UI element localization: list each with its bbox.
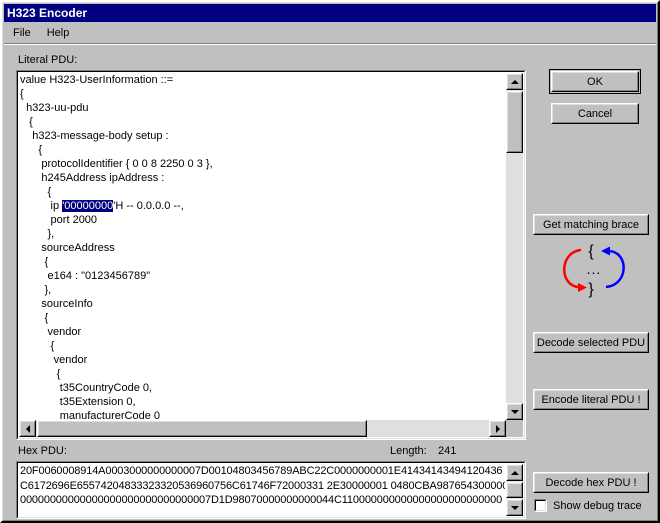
hex-pdu-line: 00000000000000000000000000000007D1D98070… bbox=[20, 494, 503, 506]
hex-pdu-line: C6172696E65574204833323320536960756C6174… bbox=[20, 479, 505, 492]
menu-separator bbox=[4, 43, 656, 45]
hex-vertical-scroll-thumb[interactable] bbox=[506, 482, 523, 498]
scrollbar-corner bbox=[506, 420, 523, 437]
hex-pdu-text[interactable]: 20F0060008914A0003000000000007D001048034… bbox=[20, 464, 505, 516]
length-value: 241 bbox=[438, 445, 457, 457]
hex-vertical-scrollbar[interactable] bbox=[506, 464, 523, 516]
hex-pdu-label: Hex PDU: bbox=[18, 445, 67, 457]
show-debug-trace-label: Show debug trace bbox=[553, 499, 642, 512]
literal-pdu-line: t35Extension 0, bbox=[20, 396, 136, 408]
literal-pdu-line: protocolIdentifier { 0 0 8 2250 0 3 }, bbox=[20, 158, 213, 170]
hex-pdu-editor-frame: 20F0060008914A0003000000000007D001048034… bbox=[17, 462, 525, 518]
literal-pdu-line: vendor bbox=[20, 326, 82, 338]
literal-pdu-line: { bbox=[20, 116, 33, 128]
ok-button[interactable]: OK bbox=[551, 71, 639, 92]
literal-pdu-line: { bbox=[20, 340, 55, 352]
selected-ip-value[interactable]: '00000000 bbox=[62, 200, 114, 212]
open-brace-glyph: { bbox=[588, 243, 594, 260]
arrow-left-icon bbox=[25, 424, 30, 433]
arrow-down-icon bbox=[510, 409, 519, 414]
scroll-left-button[interactable] bbox=[19, 420, 36, 437]
hex-pdu-line: 20F0060008914A0003000000000007D001048034… bbox=[20, 465, 503, 477]
get-matching-brace-button[interactable]: Get matching brace bbox=[533, 214, 649, 235]
window-title: H323 Encoder bbox=[7, 6, 88, 20]
literal-pdu-line: { bbox=[20, 144, 43, 156]
menu-item-file[interactable]: File bbox=[6, 25, 38, 41]
encode-literal-pdu-button[interactable]: Encode literal PDU ! bbox=[533, 389, 649, 410]
literal-horizontal-scroll-thumb[interactable] bbox=[37, 420, 367, 437]
hex-pdu-editor[interactable]: 20F0060008914A0003000000000007D001048034… bbox=[16, 461, 526, 519]
literal-pdu-text[interactable]: value H323-UserInformation ::={ h323-uu-… bbox=[20, 73, 505, 420]
literal-pdu-line: { bbox=[20, 312, 49, 324]
matching-brace-icon: { ... } bbox=[563, 243, 625, 298]
length-label: Length: bbox=[390, 445, 427, 457]
literal-pdu-line: { bbox=[20, 256, 49, 268]
literal-horizontal-scrollbar[interactable] bbox=[19, 420, 506, 437]
decode-selected-pdu-button[interactable]: Decode selected PDU bbox=[533, 332, 649, 353]
literal-pdu-line: sourceInfo bbox=[20, 298, 93, 310]
literal-pdu-line: }, bbox=[20, 284, 52, 296]
literal-pdu-line: h323-uu-pdu bbox=[20, 102, 89, 114]
literal-pdu-line: t35CountryCode 0, bbox=[20, 382, 153, 394]
ellipsis-glyph: ... bbox=[587, 261, 602, 277]
scroll-up-button[interactable] bbox=[506, 73, 523, 90]
decode-hex-pdu-button[interactable]: Decode hex PDU ! bbox=[533, 472, 649, 493]
scroll-right-button[interactable] bbox=[489, 420, 506, 437]
title-bar[interactable]: H323 Encoder bbox=[4, 4, 656, 22]
arrow-up-icon bbox=[510, 470, 519, 475]
literal-pdu-line: vendor bbox=[20, 354, 88, 366]
literal-pdu-line: { bbox=[20, 368, 61, 380]
literal-vertical-scroll-thumb[interactable] bbox=[506, 91, 523, 153]
literal-pdu-line: e164 : "0123456789" bbox=[20, 270, 151, 282]
arrow-down-icon bbox=[510, 505, 519, 510]
literal-pdu-line: }, bbox=[20, 228, 55, 240]
hex-scroll-down-button[interactable] bbox=[506, 499, 523, 516]
literal-pdu-line: h323-message-body setup : bbox=[20, 130, 169, 142]
literal-pdu-label: Literal PDU: bbox=[18, 54, 78, 66]
scroll-down-button[interactable] bbox=[506, 403, 523, 420]
menu-item-help[interactable]: Help bbox=[40, 25, 77, 41]
close-brace-glyph: } bbox=[588, 281, 594, 298]
literal-pdu-line: h245Address ipAddress : bbox=[20, 172, 165, 184]
literal-pdu-editor[interactable]: value H323-UserInformation ::={ h323-uu-… bbox=[16, 70, 526, 440]
h323-encoder-window: H323 Encoder File Help Literal PDU: valu… bbox=[0, 0, 660, 523]
arrow-up-icon bbox=[510, 79, 519, 84]
literal-pdu-line: { bbox=[20, 186, 52, 198]
literal-pdu-line: sourceAddress bbox=[20, 242, 115, 254]
menu-bar: File Help bbox=[4, 24, 656, 42]
literal-pdu-line: { bbox=[20, 88, 24, 100]
checkbox-box-icon[interactable] bbox=[534, 499, 547, 512]
literal-pdu-line: port 2000 bbox=[20, 214, 98, 226]
literal-vertical-scrollbar[interactable] bbox=[506, 73, 523, 420]
literal-pdu-editor-frame: value H323-UserInformation ::={ h323-uu-… bbox=[17, 71, 525, 439]
hex-scroll-up-button[interactable] bbox=[506, 464, 523, 481]
arrow-right-icon bbox=[495, 424, 500, 433]
cancel-button[interactable]: Cancel bbox=[551, 103, 639, 124]
literal-pdu-line: manufacturerCode 0 bbox=[20, 410, 161, 420]
show-debug-trace-checkbox[interactable]: Show debug trace bbox=[534, 499, 642, 512]
literal-pdu-line: value H323-UserInformation ::= bbox=[20, 74, 174, 86]
literal-pdu-line: ip '00000000'H -- 0.0.0.0 --, bbox=[20, 200, 184, 212]
